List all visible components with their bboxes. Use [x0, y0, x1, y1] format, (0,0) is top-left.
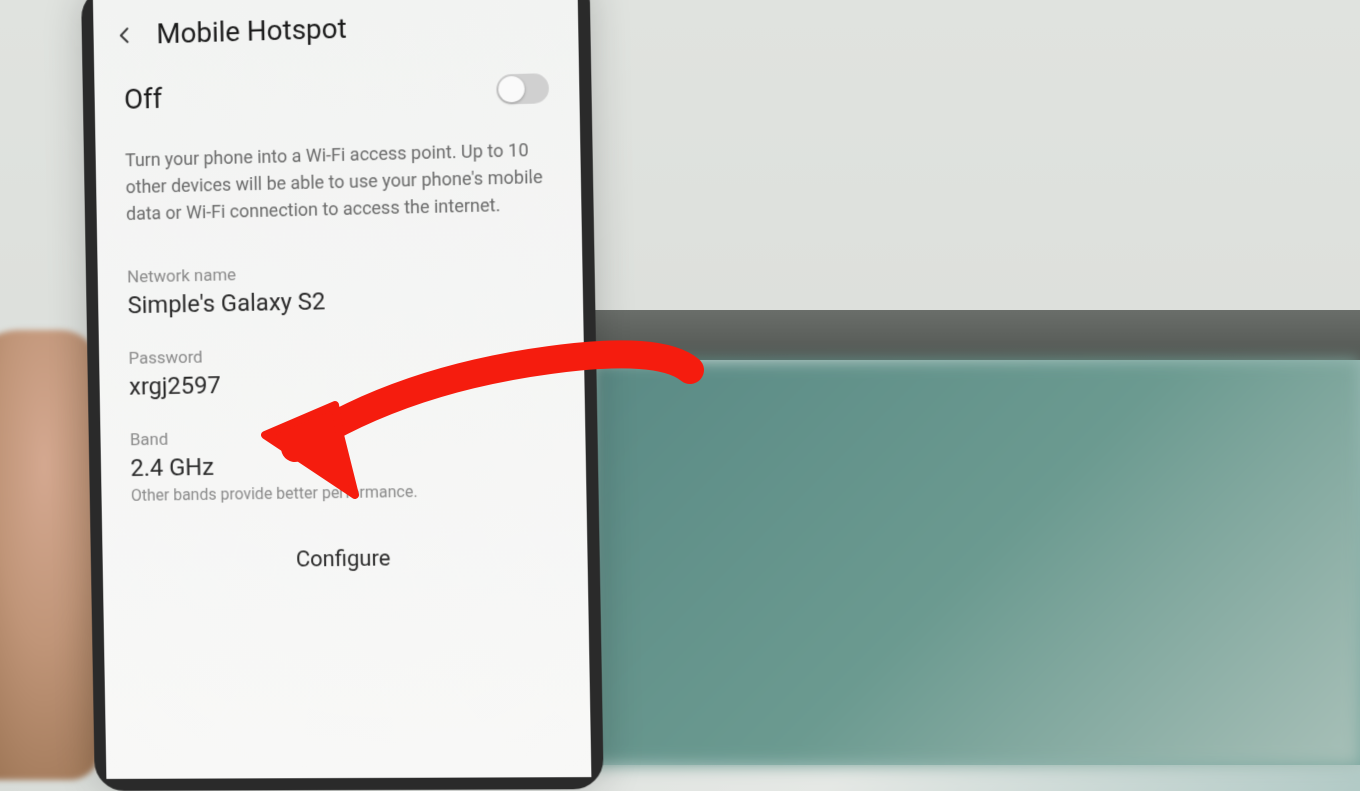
hotspot-toggle-row[interactable]: Off — [94, 48, 580, 138]
phone-screen: Mobile Hotspot Off Turn your phone into … — [93, 0, 591, 779]
chevron-left-icon — [115, 25, 135, 45]
hotspot-toggle-switch[interactable] — [496, 73, 549, 105]
hotspot-description: Turn your phone into a Wi-Fi access poin… — [95, 126, 582, 254]
password-label: Password — [128, 341, 553, 369]
page-title: Mobile Hotspot — [156, 12, 347, 51]
hand-holding-phone — [0, 330, 100, 780]
password-field[interactable]: Password xrgj2597 — [99, 325, 585, 416]
back-button[interactable] — [111, 21, 139, 50]
band-hint: Other bands provide better performance. — [131, 480, 556, 505]
background-screen — [590, 360, 1360, 765]
background-monitor — [590, 310, 1360, 360]
password-value: xrgj2597 — [129, 365, 554, 400]
toggle-state-label: Off — [124, 82, 163, 116]
toggle-thumb — [498, 75, 525, 102]
band-value: 2.4 GHz — [130, 448, 555, 482]
configure-button[interactable]: Configure — [102, 514, 588, 605]
band-field[interactable]: Band 2.4 GHz Other bands provide better … — [100, 408, 587, 520]
band-label: Band — [130, 424, 555, 451]
phone-frame: Mobile Hotspot Off Turn your phone into … — [81, 0, 604, 791]
network-name-value: Simple's Galaxy S2 — [127, 283, 552, 320]
network-name-field[interactable]: Network name Simple's Galaxy S2 — [97, 243, 583, 335]
